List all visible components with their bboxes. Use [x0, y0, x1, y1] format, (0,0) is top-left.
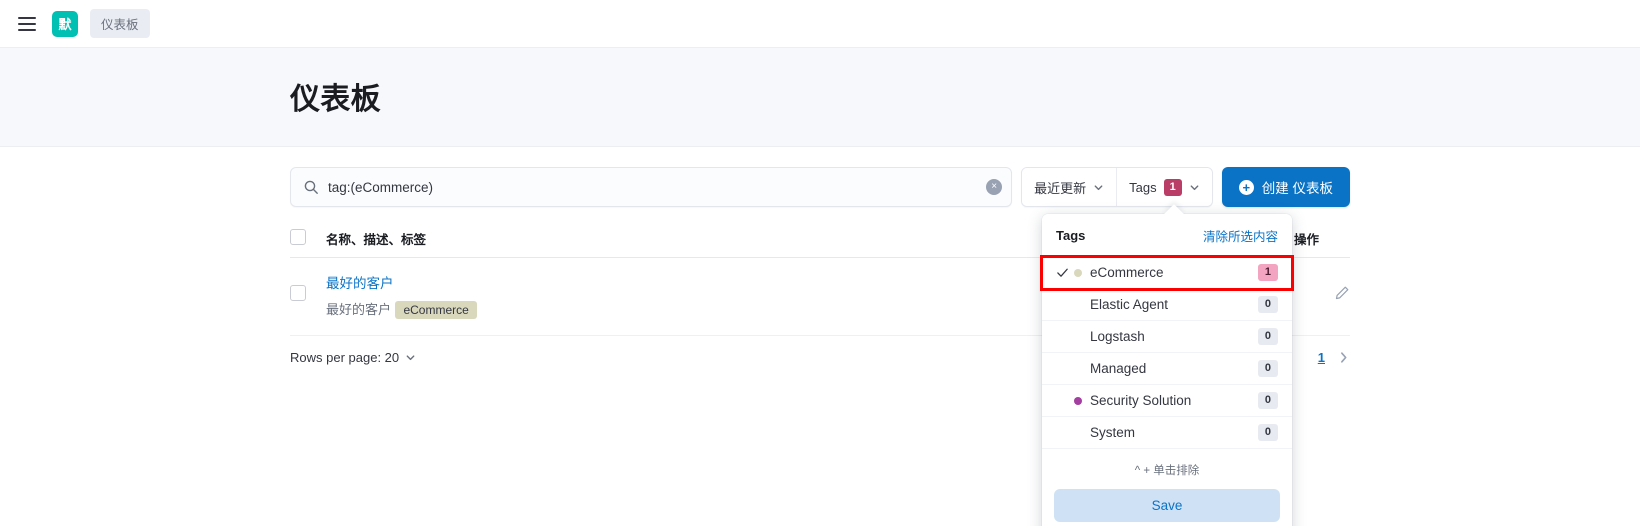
tag-option-count: 1 [1257, 264, 1278, 281]
dashboard-tag-chip[interactable]: eCommerce [395, 301, 477, 319]
page-header: 仪表板 [0, 48, 1640, 147]
tag-color-dot [1074, 365, 1082, 373]
search-field-wrapper: tag:(eCommerce) × [290, 167, 1013, 207]
tag-option-count: 0 [1257, 360, 1278, 377]
tags-popover-title: Tags [1056, 228, 1086, 243]
tag-option-label: Managed [1090, 361, 1147, 376]
tag-option-system[interactable]: System 0 [1042, 417, 1292, 449]
page-title: 仪表板 [290, 83, 381, 116]
tags-option-list: eCommerce 1 Elastic Agent 0 Logstash 0 M… [1040, 255, 1294, 449]
clear-search-icon[interactable]: × [986, 179, 1003, 195]
tag-option-label: System [1090, 425, 1136, 440]
rows-per-page-select[interactable]: Rows per page: 20 [290, 350, 416, 365]
rows-per-page-label: Rows per page: 20 [290, 350, 400, 365]
next-page-icon[interactable] [1337, 351, 1350, 364]
create-dashboard-button[interactable]: + 创建 仪表板 [1221, 167, 1350, 207]
tag-option-elastic-agent[interactable]: Elastic Agent 0 [1042, 289, 1292, 321]
listing-toolbar: tag:(eCommerce) × 最近更新 Tags 1 + 创建 仪表板 [290, 167, 1350, 207]
tags-filter-button[interactable]: Tags 1 [1116, 168, 1212, 206]
sort-select-label: 最近更新 [1034, 180, 1087, 196]
tag-option-security-solution[interactable]: Security Solution 0 [1042, 385, 1292, 417]
row-checkbox[interactable] [290, 285, 306, 301]
tag-color-dot [1074, 268, 1082, 277]
row-actions-cell [1294, 257, 1350, 336]
tag-option-count: 0 [1257, 392, 1278, 409]
breadcrumb[interactable]: 仪表板 [90, 9, 150, 38]
chevron-down-icon [405, 352, 416, 363]
tag-color-dot [1074, 333, 1082, 341]
tags-filter-label: Tags [1129, 179, 1157, 195]
exclude-hint: ^ + 单击排除 [1134, 465, 1200, 477]
dashboard-description: 最好的客户 [326, 302, 392, 317]
tags-filter-count-badge: 1 [1163, 178, 1182, 196]
search-input[interactable]: tag:(eCommerce) [290, 167, 1013, 207]
clear-selection-link[interactable]: 清除所选内容 [1203, 226, 1278, 245]
tag-option-count: 0 [1257, 328, 1278, 345]
tag-option-ecommerce[interactable]: eCommerce 1 [1040, 255, 1294, 291]
create-dashboard-label: 创建 仪表板 [1261, 181, 1333, 196]
tag-option-label: Security Solution [1090, 393, 1192, 408]
tag-option-label: eCommerce [1090, 265, 1164, 280]
select-all-header [290, 221, 326, 258]
space-avatar[interactable]: 默 [52, 10, 78, 37]
sort-select[interactable]: 最近更新 [1022, 168, 1117, 206]
tag-color-dot [1074, 301, 1082, 309]
plus-circle-icon: + [1238, 179, 1254, 195]
save-button-wrapper: Save [1042, 489, 1292, 526]
save-button[interactable]: Save [1054, 489, 1280, 522]
search-value: tag:(eCommerce) [328, 179, 434, 195]
page-body: tag:(eCommerce) × 最近更新 Tags 1 + 创建 仪表板 名… [0, 147, 1640, 526]
tag-color-dot [1074, 396, 1082, 405]
tag-option-label: Elastic Agent [1090, 297, 1169, 312]
tags-popover-header: Tags 清除所选内容 [1042, 214, 1292, 257]
select-all-checkbox[interactable] [290, 229, 306, 245]
tag-option-managed[interactable]: Managed 0 [1042, 353, 1292, 385]
filter-button-group: 最近更新 Tags 1 [1021, 167, 1213, 207]
global-header: 默 仪表板 [0, 0, 1640, 48]
page-number-1[interactable]: 1 [1318, 350, 1325, 365]
check-icon [1056, 266, 1074, 279]
chevron-down-icon [1189, 182, 1200, 193]
tag-option-count: 0 [1257, 424, 1278, 441]
tag-option-label: Logstash [1090, 329, 1145, 344]
row-select-cell [290, 257, 326, 336]
column-header-actions: 操作 [1294, 221, 1350, 258]
chevron-down-icon [1093, 182, 1104, 193]
tags-filter-popover: Tags 清除所选内容 eCommerce 1 Elastic Agent 0 [1040, 204, 1294, 526]
pencil-icon[interactable] [1334, 285, 1350, 301]
tag-option-logstash[interactable]: Logstash 0 [1042, 321, 1292, 353]
tag-option-count: 0 [1257, 296, 1278, 313]
hamburger-menu-icon[interactable] [14, 11, 40, 37]
tag-color-dot [1074, 429, 1082, 437]
search-icon [303, 179, 319, 195]
pagination: 1 [1318, 350, 1350, 365]
